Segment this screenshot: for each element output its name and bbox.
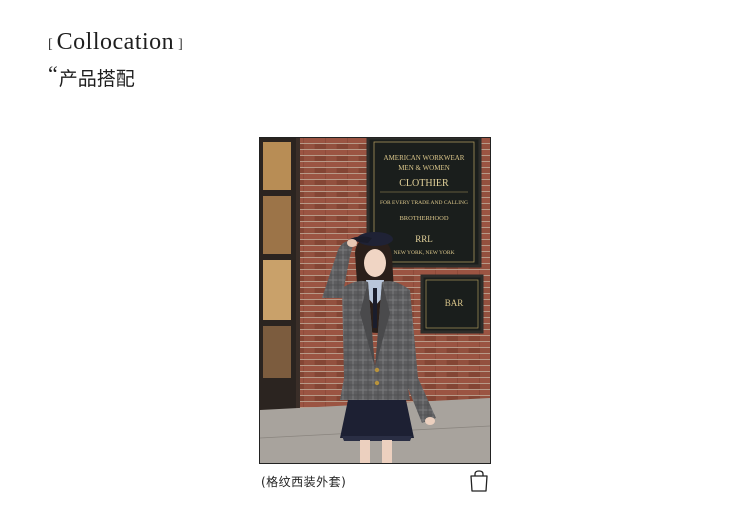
section-title: Collocation bbox=[56, 29, 175, 55]
quote-mark: “ bbox=[48, 61, 58, 86]
lower-sign-text: BAR bbox=[445, 298, 464, 308]
bracket-close: ] bbox=[178, 37, 183, 52]
sign-line-1: AMERICAN WORKWEAR bbox=[384, 154, 465, 162]
sign-line-4: FOR EVERY TRADE AND CALLING bbox=[380, 200, 468, 206]
sign-line-6: RRL bbox=[415, 234, 433, 244]
section-header: [ Collocation ] “ 产品搭配 bbox=[48, 30, 183, 91]
sign-line-5: BROTHERHOOD bbox=[399, 215, 448, 222]
product-photo-illustration: AMERICAN WORKWEAR MEN & WOMEN CLOTHIER F… bbox=[260, 138, 490, 463]
sign-line-2: MEN & WOMEN bbox=[398, 164, 450, 172]
bracket-open: [ bbox=[48, 37, 53, 52]
sign-line-7: NEW YORK, NEW YORK bbox=[393, 250, 454, 256]
sign-line-3: CLOTHIER bbox=[399, 178, 449, 189]
product-photo[interactable]: AMERICAN WORKWEAR MEN & WOMEN CLOTHIER F… bbox=[259, 137, 491, 464]
product-caption-row: (格纹西装外套) bbox=[259, 468, 491, 494]
section-subtitle: 产品搭配 bbox=[58, 68, 135, 90]
title-row: [ Collocation ] bbox=[48, 30, 183, 54]
product-caption: (格纹西装外套) bbox=[261, 474, 347, 489]
shopping-bag-icon[interactable] bbox=[469, 470, 489, 492]
subtitle-row: “ 产品搭配 bbox=[48, 61, 183, 91]
